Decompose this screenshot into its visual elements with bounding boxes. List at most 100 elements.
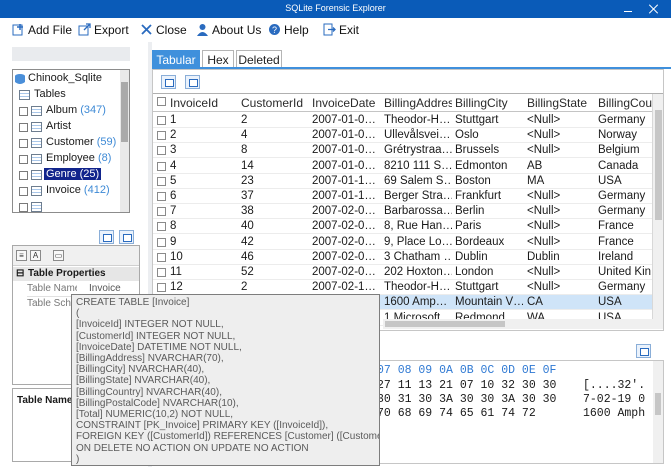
exit-icon bbox=[323, 23, 336, 36]
employee-checkbox[interactable] bbox=[19, 155, 28, 164]
table-cell: 4 bbox=[170, 159, 177, 172]
tree-item-label: Employee bbox=[46, 152, 95, 164]
table-row[interactable]: 1 2 2007-01-0… Theodor-H… Stuttgart <Null> Ger… bbox=[153, 113, 663, 128]
row-checkbox[interactable] bbox=[157, 237, 166, 247]
ascii-line: 7-02-19 0 bbox=[583, 393, 646, 406]
table-cell: Edmonton bbox=[455, 159, 508, 172]
property-key: Table Schema bbox=[27, 298, 77, 309]
partial-checkbox[interactable] bbox=[19, 203, 28, 212]
column-header[interactable]: InvoiceDate bbox=[312, 96, 380, 111]
grid-vscroll-thumb[interactable] bbox=[655, 110, 662, 220]
table-row[interactable]: 5 23 2007-01-1… 69 Salem S… Boston MA USA bbox=[153, 174, 663, 189]
tree-scroll-thumb[interactable] bbox=[121, 82, 128, 142]
row-checkbox[interactable] bbox=[157, 146, 166, 156]
minimize-icon[interactable] bbox=[623, 4, 633, 14]
column-header[interactable]: InvoiceId bbox=[170, 96, 238, 111]
table-cell: 3 Chatham … bbox=[384, 250, 452, 263]
hex-scroll-thumb[interactable] bbox=[655, 393, 661, 415]
grid-vscrollbar[interactable] bbox=[652, 94, 663, 326]
table-cell: 8 bbox=[241, 144, 248, 157]
tree-item-label: Genre bbox=[46, 168, 77, 180]
ascii-line: [....32'. bbox=[583, 379, 646, 392]
table-row[interactable]: 11 52 2007-02-0… 202 Hoxton… London <Null> Uni… bbox=[153, 265, 663, 280]
table-cell: Paris bbox=[455, 220, 482, 233]
hex-line: 70 68 69 74 65 61 74 72 bbox=[377, 407, 536, 420]
description-label: Table Name bbox=[17, 395, 73, 406]
invoice-checkbox[interactable] bbox=[19, 187, 28, 196]
row-checkbox[interactable] bbox=[157, 222, 166, 232]
hex-line: 27 11 13 21 07 10 32 30 30 bbox=[377, 379, 557, 392]
table-cell: 14 bbox=[241, 159, 254, 172]
window-close-icon[interactable] bbox=[649, 4, 659, 14]
save-table-button[interactable] bbox=[99, 230, 114, 244]
menu-bar: Add File Export Close About Us ? Help Ex… bbox=[0, 18, 671, 42]
artist-checkbox[interactable] bbox=[19, 123, 28, 132]
table-row[interactable]: 9 42 2007-02-0… 9, Place Lo… Bordeaux <Null> F… bbox=[153, 235, 663, 250]
table-cell: 9, Place Lo… bbox=[384, 235, 452, 248]
tooltip-line: ON DELETE NO ACTION ON UPDATE NO ACTION bbox=[76, 442, 309, 454]
tree-group-label: Tables bbox=[34, 88, 66, 100]
table-row[interactable]: 2 4 2007-01-0… Ullevålsvei… Oslo <Null> Norway bbox=[153, 128, 663, 144]
sort-az-icon[interactable]: A bbox=[30, 250, 41, 261]
hex-scrollbar[interactable] bbox=[653, 361, 663, 463]
table-cell: 202 Hoxton… bbox=[384, 266, 452, 278]
table-row[interactable]: 10 46 2007-02-0… 3 Chatham … Dublin Dublin Ire… bbox=[153, 250, 663, 265]
view-tabs: Tabular Hex Deleted bbox=[152, 50, 671, 68]
table-cell: 2007-02-0… bbox=[312, 266, 376, 278]
tree-scrollbar[interactable] bbox=[120, 70, 129, 212]
help-label: Help bbox=[284, 23, 309, 37]
property-pages-icon[interactable]: ▭ bbox=[53, 250, 64, 261]
tab-tabular[interactable]: Tabular bbox=[152, 50, 200, 68]
table-cell: Theodor-H… bbox=[384, 114, 451, 126]
row-checkbox[interactable] bbox=[157, 283, 166, 293]
customer-checkbox[interactable] bbox=[19, 139, 28, 148]
column-header[interactable]: BillingState bbox=[527, 96, 595, 111]
tab-deleted[interactable]: Deleted bbox=[236, 50, 282, 68]
table-row[interactable]: 3 8 2007-01-0… Grétrystraa… Brussels <Null> Be… bbox=[153, 143, 663, 159]
table-icon bbox=[31, 154, 42, 164]
grid-hscrollbar[interactable] bbox=[383, 319, 663, 329]
table-cell: Stuttgart bbox=[455, 281, 499, 294]
select-all-checkbox[interactable] bbox=[157, 97, 166, 106]
properties-toolbar: ≡ A ▭ bbox=[13, 246, 139, 266]
row-checkbox[interactable] bbox=[157, 176, 166, 186]
categorized-icon[interactable]: ≡ bbox=[16, 250, 27, 261]
row-checkbox[interactable] bbox=[157, 252, 166, 262]
grid-save-button[interactable] bbox=[161, 75, 176, 89]
table-cell: 2007-02-1… bbox=[312, 281, 376, 294]
tree-item-count: (412) bbox=[83, 184, 110, 196]
table-row[interactable]: 6 37 2007-01-1… Berger Stra… Frankfurt <Null>… bbox=[153, 189, 663, 204]
table-icon bbox=[31, 202, 42, 212]
row-checkbox[interactable] bbox=[157, 116, 166, 125]
table-icon bbox=[31, 106, 42, 116]
table-cell: 8210 111 S… bbox=[384, 159, 452, 172]
table-icon bbox=[31, 122, 42, 132]
table-cell: 23 bbox=[241, 174, 254, 187]
table-row[interactable]: 7 38 2007-02-0… Barbarossa… Berlin <Null> Germ… bbox=[153, 204, 663, 220]
column-header[interactable]: CustomerId bbox=[241, 96, 309, 111]
table-cell: 2 bbox=[241, 114, 248, 126]
column-header[interactable]: BillingCity bbox=[455, 96, 523, 111]
album-checkbox[interactable] bbox=[19, 107, 28, 116]
hex-save-button[interactable] bbox=[636, 344, 651, 358]
properties-category[interactable]: ⊟ Table Properties bbox=[13, 267, 139, 281]
collapse-icon[interactable]: ⊟ bbox=[16, 268, 24, 279]
table-row[interactable]: 12 2 2007-02-1… Theodor-H… Stuttgart <Null> Ge… bbox=[153, 280, 663, 296]
column-header[interactable]: BillingAddress bbox=[384, 96, 452, 111]
table-cell: 12 bbox=[170, 281, 183, 294]
row-checkbox[interactable] bbox=[157, 192, 166, 201]
tab-hex[interactable]: Hex bbox=[202, 50, 234, 68]
table-cell: 2007-01-1… bbox=[312, 174, 376, 187]
table-cell: 2007-02-0… bbox=[312, 250, 376, 263]
row-checkbox[interactable] bbox=[157, 131, 166, 141]
row-checkbox[interactable] bbox=[157, 268, 166, 277]
grid-export-button[interactable] bbox=[185, 75, 200, 89]
export-table-button[interactable] bbox=[119, 230, 134, 244]
row-checkbox[interactable] bbox=[157, 161, 166, 171]
table-row[interactable]: 8 40 2007-02-0… 8, Rue Han… Paris <Null> Franc… bbox=[153, 219, 663, 235]
genre-checkbox[interactable] bbox=[19, 171, 28, 180]
row-checkbox[interactable] bbox=[157, 207, 166, 217]
table-row[interactable]: 4 14 2007-01-0… 8210 111 S… Edmonton AB Canada bbox=[153, 159, 663, 174]
grid-hscroll-thumb[interactable] bbox=[385, 321, 505, 327]
table-icon bbox=[31, 186, 42, 196]
